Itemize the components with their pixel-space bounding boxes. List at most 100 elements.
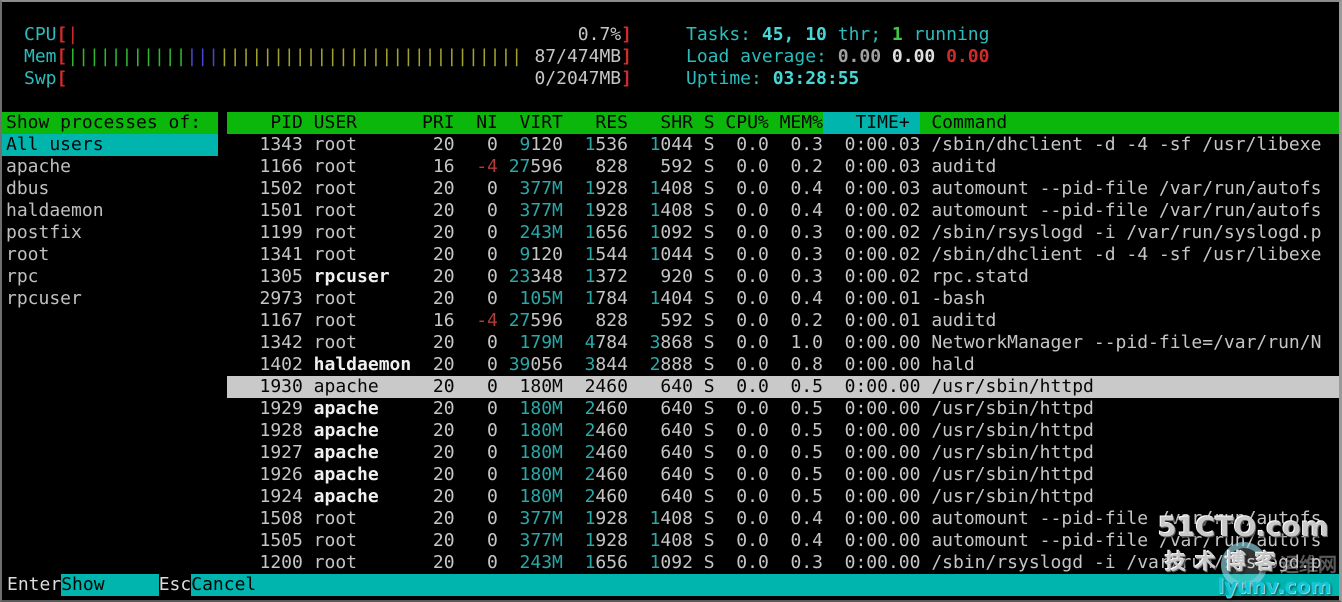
tasks-running-label: running (902, 24, 990, 45)
cell-state: S (703, 332, 715, 353)
cpu-meter-label: CPU (24, 24, 57, 45)
cell-time: 0:00.02 (844, 244, 921, 265)
cell-res: 1656 (584, 222, 628, 243)
header-mem-percent[interactable]: MEM% (769, 112, 823, 134)
process-row[interactable]: 1343 root 20 0 9120 1536 1044 S 0.0 0.3 … (227, 134, 1339, 156)
process-row[interactable]: 1166 root 16 -4 27596 828 592 S 0.0 0.2 … (227, 156, 1339, 178)
cell-shr: 1404 (649, 288, 693, 309)
mem-meter-label: Mem (24, 46, 57, 67)
cell-time: 0:00.02 (844, 266, 921, 287)
load-average-1min: 0.00 (837, 46, 892, 67)
user-filter-item[interactable]: rpcuser (2, 288, 218, 310)
user-filter-item[interactable]: rpc (2, 266, 218, 288)
cell-time: 0:00.00 (844, 442, 921, 463)
cell-user: root (313, 508, 358, 529)
load-average-label: Load average: (686, 46, 838, 67)
cell-user: root (313, 178, 358, 199)
cell-mem-percent: 1.0 (790, 332, 823, 353)
cell-state: S (703, 420, 715, 441)
cell-shr: 640 (660, 464, 693, 485)
user-item-label: dbus (6, 178, 50, 199)
cell-pid: 1167 (259, 310, 303, 331)
header-virt[interactable]: VIRT (498, 112, 563, 134)
cell-virt: 23348 (508, 266, 563, 287)
process-row[interactable]: 1501 root 20 0 377M 1928 1408 S 0.0 0.4 … (227, 200, 1339, 222)
function-key-label: Esc (158, 574, 192, 596)
cell-command: automount --pid-file /var/run/autofs (931, 530, 1322, 551)
user-filter-item[interactable]: postfix (2, 222, 218, 244)
process-row[interactable]: 1930 apache 20 0 180M 2460 640 S 0.0 0.5… (227, 376, 1339, 398)
cell-command: NetworkManager --pid-file=/var/run/N (931, 332, 1322, 353)
user-list: All users apache dbus haldaemon postfix root r… (2, 134, 218, 310)
process-row[interactable]: 1924 apache 20 0 180M 2460 640 S 0.0 0.5… (227, 486, 1339, 508)
cell-cpu-percent: 0.0 (736, 288, 769, 309)
function-bar-item[interactable]: Esc Cancel (158, 574, 1339, 596)
cell-pri: 20 (432, 288, 455, 309)
header-time-sort-active[interactable]: TIME+ (822, 112, 921, 134)
process-row[interactable]: 2973 root 20 0 105M 1784 1404 S 0.0 0.4 … (227, 288, 1339, 310)
cell-cpu-percent: 0.0 (736, 442, 769, 463)
process-row[interactable]: 1927 apache 20 0 180M 2460 640 S 0.0 0.5… (227, 442, 1339, 464)
process-row[interactable]: 1200 root 20 0 243M 1656 1092 S 0.0 0.3 … (227, 552, 1339, 574)
header-cpu-percent[interactable]: CPU% (715, 112, 768, 134)
process-row[interactable]: 1167 root 16 -4 27596 828 592 S 0.0 0.2 … (227, 310, 1339, 332)
user-filter-item[interactable]: haldaemon (2, 200, 218, 222)
cell-ni: 0 (487, 530, 498, 551)
process-row[interactable]: 1402 haldaemon 20 0 39056 3844 2888 S 0.… (227, 354, 1339, 376)
user-filter-item[interactable]: root (2, 244, 218, 266)
process-row[interactable]: 1929 apache 20 0 180M 2460 640 S 0.0 0.5… (227, 398, 1339, 420)
header-res[interactable]: RES (563, 112, 628, 134)
process-row[interactable]: 1502 root 20 0 377M 1928 1408 S 0.0 0.4 … (227, 178, 1339, 200)
cell-ni: 0 (487, 464, 498, 485)
cell-shr: 1408 (649, 508, 693, 529)
cell-cpu-percent: 0.0 (736, 134, 769, 155)
user-filter-item[interactable]: apache (2, 156, 218, 178)
cell-mem-percent: 0.5 (790, 442, 823, 463)
user-filter-item[interactable]: dbus (2, 178, 218, 200)
cell-command: hald (931, 354, 975, 375)
cell-virt: 180M (519, 486, 563, 507)
cell-cpu-percent: 0.0 (736, 222, 769, 243)
cell-res: 2460 (584, 398, 628, 419)
cell-pri: 20 (432, 354, 455, 375)
cell-pid: 1343 (259, 134, 303, 155)
cell-mem-percent: 0.5 (790, 486, 823, 507)
process-row[interactable]: 1508 root 20 0 377M 1928 1408 S 0.0 0.4 … (227, 508, 1339, 530)
process-row[interactable]: 1342 root 20 0 179M 4784 3868 S 0.0 1.0 … (227, 332, 1339, 354)
process-row[interactable]: 1341 root 20 0 9120 1544 1044 S 0.0 0.3 … (227, 244, 1339, 266)
header-pri[interactable]: PRI (411, 112, 455, 134)
header-shr[interactable]: SHR (628, 112, 693, 134)
cell-cpu-percent: 0.0 (736, 178, 769, 199)
cell-ni: 0 (487, 420, 498, 441)
header-user[interactable]: USER (303, 112, 411, 134)
user-item-label: apache (6, 156, 72, 177)
mem-meter-close-bracket: ] (621, 46, 632, 67)
process-row[interactable]: 1926 apache 20 0 180M 2460 640 S 0.0 0.5… (227, 464, 1339, 486)
cell-cpu-percent: 0.0 (736, 486, 769, 507)
cell-res: 1928 (584, 178, 628, 199)
process-row[interactable]: 1305 rpcuser 20 0 23348 1372 920 S 0.0 0… (227, 266, 1339, 288)
cell-res: 1372 (584, 266, 628, 287)
process-row[interactable]: 1199 root 20 0 243M 1656 1092 S 0.0 0.3 … (227, 222, 1339, 244)
cell-res: 1656 (584, 552, 628, 573)
cell-cpu-percent: 0.0 (736, 508, 769, 529)
cell-time: 0:00.03 (844, 178, 921, 199)
user-filter-item[interactable]: All users (2, 134, 218, 156)
header-command[interactable]: Command (920, 112, 1339, 134)
header-ni[interactable]: NI (455, 112, 498, 134)
user-item-label: rpc (6, 266, 39, 287)
cell-mem-percent: 0.3 (790, 552, 823, 573)
cell-shr: 1092 (649, 552, 693, 573)
cell-virt: 27596 (508, 156, 563, 177)
cell-ni: 0 (487, 266, 498, 287)
function-bar-item[interactable]: Enter Show (2, 574, 159, 596)
header-state[interactable]: S (693, 112, 715, 134)
cell-ni: 0 (487, 508, 498, 529)
header-pid[interactable]: PID (227, 112, 303, 134)
cell-ni: 0 (487, 332, 498, 353)
process-row[interactable]: 1505 root 20 0 377M 1928 1408 S 0.0 0.4 … (227, 530, 1339, 552)
cell-pri: 20 (432, 552, 455, 573)
cell-pri: 20 (432, 200, 455, 221)
process-row[interactable]: 1928 apache 20 0 180M 2460 640 S 0.0 0.5… (227, 420, 1339, 442)
swap-meter-value: 0/2047MB (534, 68, 622, 89)
